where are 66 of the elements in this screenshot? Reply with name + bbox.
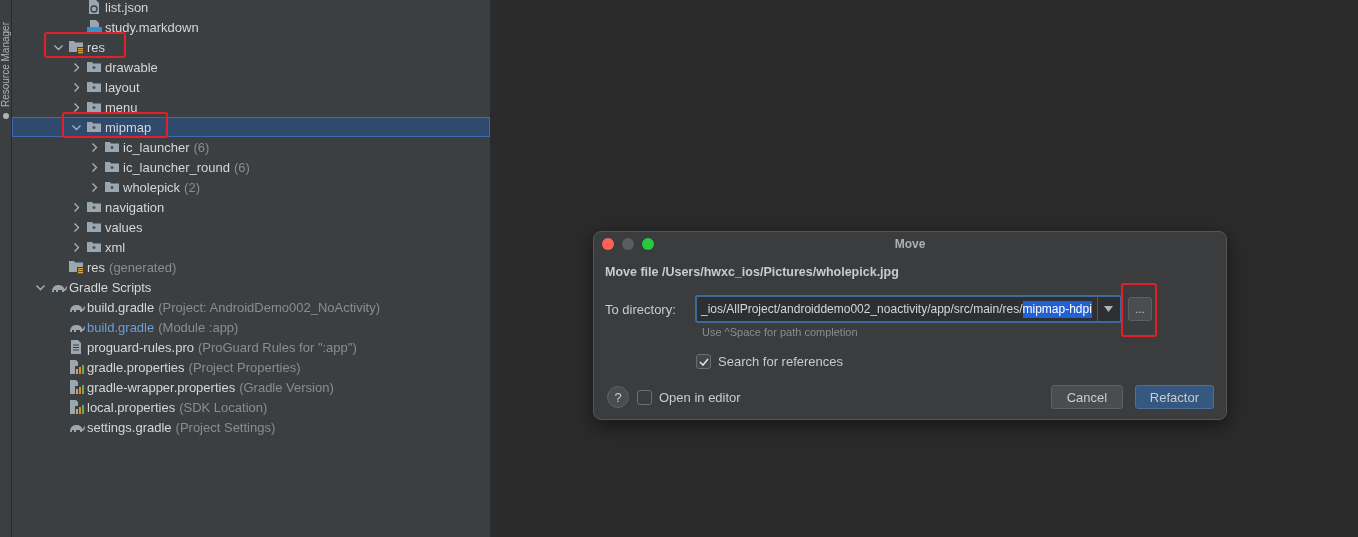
tree-item[interactable]: build.gradle (Module :app) [12, 317, 490, 337]
side-tab[interactable]: Resource Manager [0, 22, 11, 108]
item-label: values [105, 219, 143, 235]
field-hint: Use ^Space for path completion [702, 326, 859, 338]
tree-item[interactable]: mipmap [12, 117, 490, 137]
tree-item[interactable]: build.gradle (Project: AndroidDemo002_NoActivity) [12, 297, 490, 317]
tree-item[interactable]: gradle-wrapper.properties (Gradle Version) [12, 377, 490, 397]
item-label: study.markdown [105, 19, 199, 35]
item-label: gradle.properties [87, 359, 185, 375]
item-label: build.gradle [87, 319, 155, 335]
checkbox-label: Search for references [718, 354, 843, 369]
tree-item[interactable]: study.markdown [12, 17, 490, 37]
item-label: res [87, 39, 106, 55]
item-label: mipmap [105, 119, 152, 135]
item-label: res [87, 259, 106, 275]
tree-item[interactable]: ic_launcher (6) [12, 137, 490, 157]
item-note: (Module :app) [158, 319, 239, 335]
item-note: (generated) [109, 259, 177, 275]
tree-item[interactable]: Gradle Scripts [12, 277, 490, 297]
item-note: (6) [193, 139, 210, 155]
item-label: navigation [105, 199, 165, 215]
tree-item[interactable]: wholepick (2) [12, 177, 490, 197]
item-note: (2) [184, 179, 200, 195]
item-label: menu [105, 99, 138, 115]
tree-item[interactable]: menu [12, 97, 490, 117]
tree-item[interactable]: list.json [12, 0, 490, 17]
item-note: (6) [233, 159, 250, 175]
tree-item[interactable]: navigation [12, 197, 490, 217]
item-label: gradle-wrapper.properties [87, 379, 236, 395]
tree-item[interactable]: values [12, 217, 490, 237]
tree-item[interactable]: xml [12, 237, 490, 257]
item-label: ic_launcher_round [123, 159, 230, 175]
tree-item[interactable]: local.properties (SDK Location) [12, 397, 490, 417]
tree-item[interactable]: res (generated) [12, 257, 490, 277]
checkbox-label: Open in editor [659, 389, 741, 405]
dialog-heading: Move file /Users/hwxc_ios/Pictures/wholepick.jpg [605, 265, 900, 279]
tree-item[interactable]: res [12, 37, 490, 57]
item-note: (Project: AndroidDemo002_NoActivity) [158, 299, 381, 315]
item-label: ic_launcher [123, 139, 190, 155]
item-label: build.gradle [87, 299, 155, 315]
tree-item[interactable]: settings.gradle (Project Settings) [12, 417, 490, 437]
tree-item[interactable]: proguard-rules.pro (ProGuard Rules for ":app") [12, 337, 490, 357]
browse-button[interactable]: ... [1127, 297, 1152, 321]
cancel-button[interactable]: Cancel [1050, 385, 1123, 409]
tree-item[interactable]: gradle.properties (Project Properties) [12, 357, 490, 377]
item-note: (SDK Location) [179, 399, 268, 415]
help-button[interactable]: ? [607, 386, 629, 408]
item-label: drawable [105, 59, 158, 75]
item-label: local.properties [87, 399, 176, 415]
item-label: layout [105, 79, 140, 95]
item-label: list.json [105, 0, 149, 15]
dialog-title: Move [893, 237, 927, 251]
item-note: (ProGuard Rules for ":app") [197, 339, 357, 355]
tree-item[interactable]: ic_launcher_round (6) [12, 157, 490, 177]
item-label: proguard-rules.pro [87, 339, 194, 355]
item-note: (Project Settings) [175, 419, 276, 435]
item-label: xml [105, 239, 126, 255]
item-note: (Project Properties) [188, 359, 301, 375]
item-label: settings.gradle [87, 419, 172, 435]
item-label: wholepick [123, 179, 181, 195]
field-label: To directory: [605, 301, 677, 317]
item-label: Gradle Scripts [69, 279, 152, 295]
item-note: (Gradle Version) [239, 379, 334, 395]
tree-item[interactable]: drawable [12, 57, 490, 77]
refactor-button[interactable]: Refactor [1134, 385, 1214, 409]
tree-item[interactable]: layout [12, 77, 490, 97]
